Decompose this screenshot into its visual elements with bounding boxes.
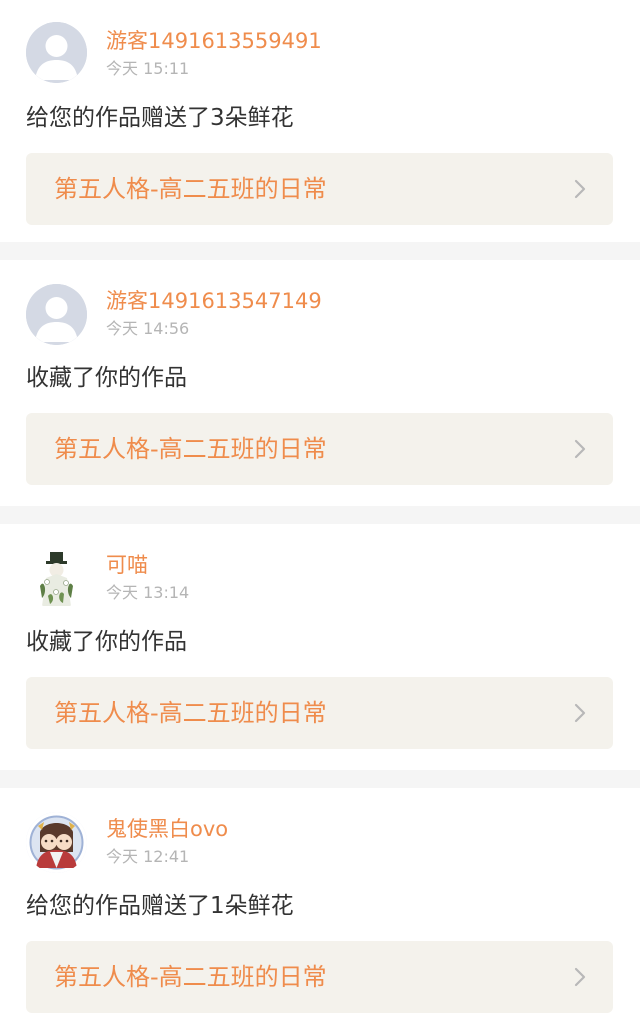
username[interactable]: 游客1491613547149 (106, 288, 322, 314)
username[interactable]: 鬼使黑白ovo (106, 816, 228, 842)
chevron-right-icon (573, 178, 587, 200)
chevron-right-icon (573, 966, 587, 988)
timestamp: 今天 13:14 (106, 583, 190, 602)
work-title: 第五人格-高二五班的日常 (54, 435, 327, 463)
notification-message: 给您的作品赠送了1朵鲜花 (26, 893, 294, 919)
work-link-card[interactable]: 第五人格-高二五班的日常 (26, 413, 613, 485)
notification-feed: 游客1491613559491 今天 15:11 给您的作品赠送了3朵鲜花 第五… (0, 0, 640, 1027)
notification-card: 可喵 今天 13:14 收藏了你的作品 第五人格-高二五班的日常 (0, 524, 640, 770)
work-title: 第五人格-高二五班的日常 (54, 175, 327, 203)
work-link-card[interactable]: 第五人格-高二五班的日常 (26, 677, 613, 749)
character-avatar-icon[interactable] (26, 548, 87, 609)
timestamp: 今天 14:56 (106, 319, 190, 338)
notification-message: 收藏了你的作品 (26, 365, 187, 391)
notification-message: 给您的作品赠送了3朵鲜花 (26, 105, 294, 131)
notification-card: 游客1491613547149 今天 14:56 收藏了你的作品 第五人格-高二… (0, 260, 640, 506)
chevron-right-icon (573, 438, 587, 460)
work-title: 第五人格-高二五班的日常 (54, 699, 327, 727)
username[interactable]: 游客1491613559491 (106, 28, 322, 54)
work-link-card[interactable]: 第五人格-高二五班的日常 (26, 941, 613, 1013)
notification-card: 鬼使黑白ovo 今天 12:41 给您的作品赠送了1朵鲜花 第五人格-高二五班的… (0, 788, 640, 1027)
default-avatar-icon[interactable] (26, 284, 87, 345)
notification-card: 游客1491613559491 今天 15:11 给您的作品赠送了3朵鲜花 第五… (0, 0, 640, 242)
timestamp: 今天 12:41 (106, 847, 190, 866)
notification-message: 收藏了你的作品 (26, 629, 187, 655)
character-avatar-icon[interactable] (26, 812, 87, 873)
timestamp: 今天 15:11 (106, 59, 190, 78)
chevron-right-icon (573, 702, 587, 724)
work-title: 第五人格-高二五班的日常 (54, 963, 327, 991)
default-avatar-icon[interactable] (26, 22, 87, 83)
work-link-card[interactable]: 第五人格-高二五班的日常 (26, 153, 613, 225)
username[interactable]: 可喵 (106, 552, 148, 578)
